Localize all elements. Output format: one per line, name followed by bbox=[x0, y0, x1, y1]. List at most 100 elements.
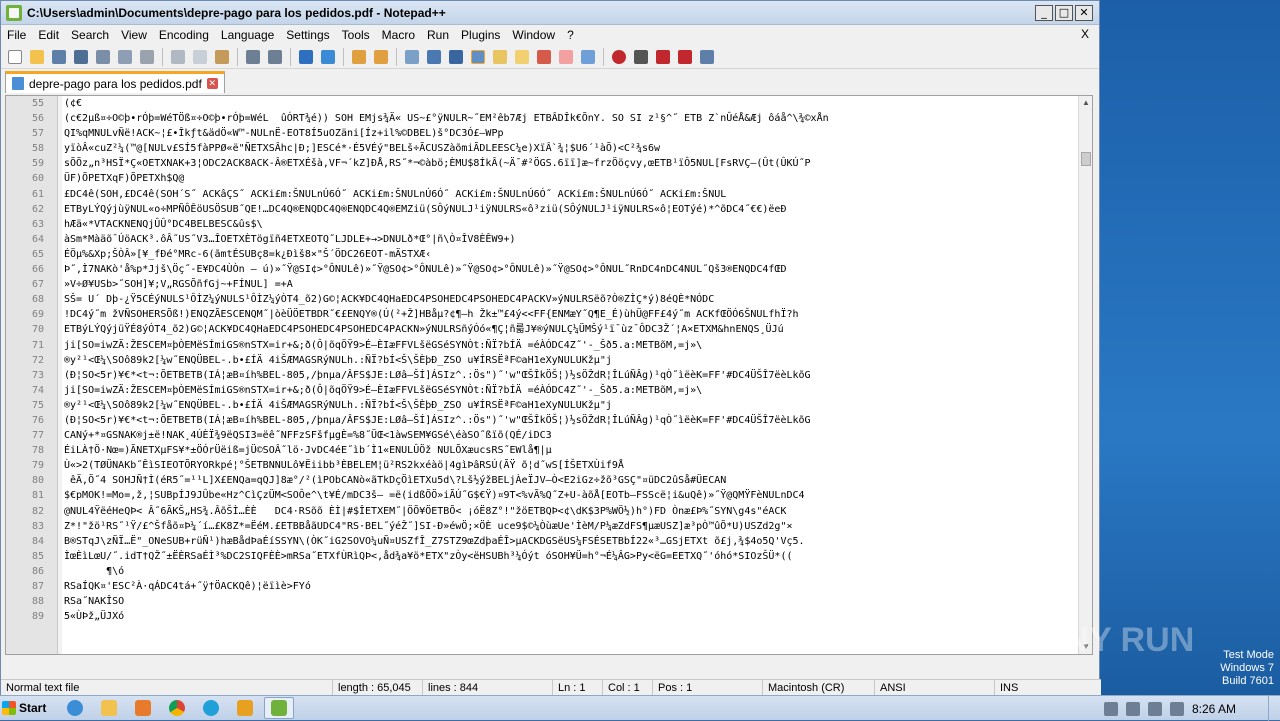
menu-window[interactable]: Window bbox=[506, 28, 561, 42]
text-editor[interactable]: 55 (¢€ 56 (c€2μß¤÷O©þ•rÓþ=WéTÖß¤÷O©þ•rÓþ=Wé… bbox=[5, 95, 1093, 655]
play-macro-icon[interactable] bbox=[653, 48, 673, 66]
close-file-icon[interactable] bbox=[93, 48, 113, 66]
editor-line[interactable]: 62 ETByLÝQýjùÿNUL«o÷MPÑÔÊöUSÖSUB˝QE!…DC4Q… bbox=[6, 202, 1080, 217]
indent-guide-icon[interactable] bbox=[468, 48, 488, 66]
editor-line[interactable]: 89 5«ÙÞž„ÜJXó bbox=[6, 609, 1080, 624]
sync-scroll-icon[interactable] bbox=[402, 48, 422, 66]
zoom-in-icon[interactable] bbox=[349, 48, 369, 66]
tray-network-icon[interactable] bbox=[1125, 701, 1140, 716]
editor-line[interactable]: 75 ®y²¹<Œ¼\SOô89k2[¼w˝ENQÜBEL-.b•£ÍÄ 4iŠÆ… bbox=[6, 398, 1080, 413]
clock[interactable]: 8:26 AM bbox=[1192, 702, 1236, 716]
scrollbar-thumb[interactable] bbox=[1081, 152, 1091, 166]
save-all-icon[interactable] bbox=[71, 48, 91, 66]
show-desktop-button[interactable] bbox=[1268, 696, 1280, 721]
tray-power-icon[interactable] bbox=[1169, 701, 1184, 716]
editor-line[interactable]: 84 B®STqJ\zÑÏ…Ë"_ONeSUB+rüÑ¹)hæBådÞaÉíSSY… bbox=[6, 534, 1080, 549]
editor-line[interactable]: 65 ÉÖµ%&Xp;ŠÒÂ»[¥_fÐé°MRc-6(ãmtÉSUBç8=k¿Ð… bbox=[6, 247, 1080, 262]
editor-line[interactable]: 71 ji[SO=iwZÄ:ŽESCEM¤þÒEMëSÍmiGS®nSTX=ir+… bbox=[6, 338, 1080, 353]
editor-line[interactable]: 80 êÄ,Õ˝4 SOHJÑ†Ì(éR5˝=¹¹L]X£ENQa=qQJ]8æ… bbox=[6, 473, 1080, 488]
media-player-icon[interactable] bbox=[128, 697, 158, 719]
cut-icon[interactable] bbox=[168, 48, 188, 66]
new-file-icon[interactable] bbox=[5, 48, 25, 66]
editor-line[interactable]: 77 CANý+*¤GSNAK®j±ë!NAK¸4ÚÈÏ¾9ëQSI3=ëê˝NF… bbox=[6, 428, 1080, 443]
vertical-scrollbar[interactable]: ▲ ▼ bbox=[1078, 96, 1092, 654]
editor-line[interactable]: 74 ji[SO=iwZÄ:ŽESCEM¤þÒEMëSÍmiGS®nSTX=ir+… bbox=[6, 383, 1080, 398]
menu-plugins[interactable]: Plugins bbox=[455, 28, 506, 42]
menu-tools[interactable]: Tools bbox=[336, 28, 376, 42]
doc-map-icon[interactable] bbox=[512, 48, 532, 66]
editor-line[interactable]: 83 Z*!"žö¹RS˝¹Ÿ/£^Šfåõ¤Þ¼´í…£K8Z*=ËéM.£ET… bbox=[6, 519, 1080, 534]
editor-line[interactable]: 72 ®y²¹<Œ¼\SOô89k2[¼w˝ENQÜBEL-.b•£ÍÄ 4iŠÆ… bbox=[6, 353, 1080, 368]
editor-line[interactable]: 76 (Ð¦SO<5r)¥€*<t¬:ÕETBETB(IÁ¦æB¤íh%BEL-8… bbox=[6, 413, 1080, 428]
ie-icon[interactable] bbox=[60, 697, 90, 719]
editor-line[interactable]: 70 ETBýLÝQýjüŸÉ8ýÓT4_õ2)G©¦ACK¥DC4QHaEDC4… bbox=[6, 322, 1080, 337]
word-wrap-icon[interactable] bbox=[424, 48, 444, 66]
save-macro-icon[interactable] bbox=[697, 48, 717, 66]
menu-help[interactable]: ? bbox=[561, 28, 580, 42]
copy-icon[interactable] bbox=[190, 48, 210, 66]
close-button[interactable]: ✕ bbox=[1075, 4, 1093, 21]
menu-edit[interactable]: Edit bbox=[32, 28, 65, 42]
editor-line[interactable]: 82 @NUL4ŸëéHeQÞ< Â˝6ÃKŠ„HS¾.ÂõŠÌ…ÈÈ DC4·R… bbox=[6, 504, 1080, 519]
menu-view[interactable]: View bbox=[115, 28, 153, 42]
editor-line[interactable]: 57 QI%qMNULvÑë!ACK~¦£•Îkƒt&ädÖ«W™-NULnË-E… bbox=[6, 126, 1080, 141]
close-document-button[interactable]: X bbox=[1081, 27, 1089, 41]
tab-close-icon[interactable]: ✕ bbox=[206, 78, 218, 89]
tray-flag-icon[interactable] bbox=[1103, 701, 1118, 716]
tray-volume-icon[interactable] bbox=[1147, 701, 1162, 716]
editor-line[interactable]: 88 RSa˝NAKÎSO bbox=[6, 594, 1080, 609]
lang-udl-icon[interactable] bbox=[490, 48, 510, 66]
editor-line[interactable]: 86 ¶\ó bbox=[6, 564, 1080, 579]
tab-document[interactable]: depre-pago para los pedidos.pdf ✕ bbox=[5, 71, 225, 93]
editor-line[interactable]: 61 £DC4ê(SOH,£DC4ê(SOH´S˝ ACKâÇS˝ ACKi£m:… bbox=[6, 187, 1080, 202]
editor-line[interactable]: 78 ÉiLÀ†Ö·Nœ=)ÃNETXµFS¥*±ÖÓrÜëiß=jÜ©SOÂ˝l… bbox=[6, 443, 1080, 458]
close-all-icon[interactable] bbox=[115, 48, 135, 66]
run-macro-multiple-icon[interactable] bbox=[675, 48, 695, 66]
maximize-button[interactable]: □ bbox=[1055, 4, 1073, 21]
editor-line[interactable]: 85 ÌœÈìLœU/˝.idT†QŽ˝±ËÈRSaÉÌ³%DC2SIQFÈÈ>m… bbox=[6, 549, 1080, 564]
menu-run[interactable]: Run bbox=[421, 28, 455, 42]
menu-search[interactable]: Search bbox=[65, 28, 115, 42]
editor-line[interactable]: 58 yïòÂ«cuZ²¼(™@[NULv£SÍ5fàPPØ«ë"ÑETXSÂhc… bbox=[6, 141, 1080, 156]
function-list-icon[interactable] bbox=[534, 48, 554, 66]
menu-settings[interactable]: Settings bbox=[280, 28, 335, 42]
zoom-out-icon[interactable] bbox=[371, 48, 391, 66]
find-icon[interactable] bbox=[296, 48, 316, 66]
editor-line[interactable]: 56 (c€2μß¤÷O©þ•rÓþ=WéTÖß¤÷O©þ•rÓþ=WéL ûÓR… bbox=[6, 111, 1080, 126]
menu-encoding[interactable]: Encoding bbox=[153, 28, 215, 42]
redo-icon[interactable] bbox=[265, 48, 285, 66]
minimize-button[interactable]: _ bbox=[1035, 4, 1053, 21]
print-icon[interactable] bbox=[137, 48, 157, 66]
menu-macro[interactable]: Macro bbox=[376, 28, 421, 42]
explorer-icon[interactable] bbox=[94, 697, 124, 719]
stop-macro-icon[interactable] bbox=[631, 48, 651, 66]
menu-language[interactable]: Language bbox=[215, 28, 280, 42]
outlook-icon[interactable] bbox=[230, 697, 260, 719]
editor-line[interactable]: 87 RSaÍQK¤'ESC²À·qÁDC4tá+˝ÿ†ÖACKQê)¦ëïìè>… bbox=[6, 579, 1080, 594]
folder-workspace-icon[interactable] bbox=[556, 48, 576, 66]
edge-icon[interactable] bbox=[196, 697, 226, 719]
notepadpp-task-icon[interactable] bbox=[264, 697, 294, 719]
editor-line[interactable]: 73 (Ð¦SO<5r)¥€*<t¬:ÕETBETB(IÁ¦æB¤íh%BEL-8… bbox=[6, 368, 1080, 383]
editor-line[interactable]: 64 àSm*Màäõ¯ÚöACK³.ôÂ˝US˝V3…ÎOETXÈTögïñ4E… bbox=[6, 232, 1080, 247]
start-button[interactable]: Start bbox=[2, 697, 56, 719]
editor-line[interactable]: 67 »V÷Ø¥USb>˝SOH]¥;V„RGSÕñfGj~+FÍNUL] =+A bbox=[6, 277, 1080, 292]
editor-line[interactable]: 66 Þ˝,Ì7NAKò'å%p*Jjš\Öç˝-E¥DC4ÙÒn — ú)»˝Ÿ… bbox=[6, 262, 1080, 277]
editor-line[interactable]: 55 (¢€ bbox=[6, 96, 1080, 111]
scroll-up-icon[interactable]: ▲ bbox=[1079, 96, 1092, 110]
monitoring-icon[interactable] bbox=[578, 48, 598, 66]
save-icon[interactable] bbox=[49, 48, 69, 66]
editor-line[interactable]: 63 hÆä«*VTACKNENQjÛÛ°DC4BELBESC&ûs$\ bbox=[6, 217, 1080, 232]
record-macro-icon[interactable] bbox=[609, 48, 629, 66]
open-file-icon[interactable] bbox=[27, 48, 47, 66]
chrome-icon[interactable] bbox=[162, 697, 192, 719]
menu-file[interactable]: File bbox=[1, 28, 32, 42]
show-all-chars-icon[interactable] bbox=[446, 48, 466, 66]
paste-icon[interactable] bbox=[212, 48, 232, 66]
editor-line[interactable]: 60 ÜF)ÕPETXqF)ÕPETXh$Q@ bbox=[6, 171, 1080, 186]
undo-icon[interactable] bbox=[243, 48, 263, 66]
editor-line[interactable]: 79 Ù«>2(TØÜNAKb˝ÊìSIEOTÕRYORkpé¦°ŠETBNNUL… bbox=[6, 458, 1080, 473]
editor-line[interactable]: 68 SŠ= U´ Dþ-¿Ÿ5CÉýNULS¹ÔÌZ¼ýNULS¹ÔÌZ¼ýÒT… bbox=[6, 292, 1080, 307]
editor-line[interactable]: 81 $€pMOK!=Mo=,ž,¦SUBpÍJ9JÛbe«Hz^CìÇzÜM<S… bbox=[6, 488, 1080, 503]
editor-line[interactable]: 59 sÕÕz„n³HSÏ*Ç«OETXNAK+3¦ODC2ACK8ACK-Â®E… bbox=[6, 156, 1080, 171]
